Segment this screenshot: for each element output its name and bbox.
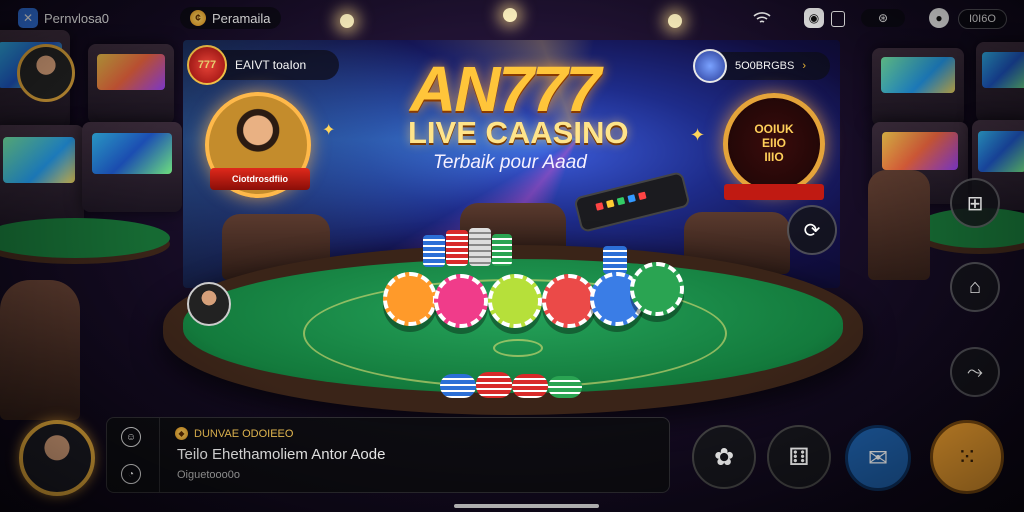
award-medal: OOIUK EIIO IIIO	[723, 93, 825, 200]
medal-ribbon	[724, 184, 824, 200]
gift-button[interactable]: ⊞	[950, 178, 1000, 228]
chip[interactable]	[630, 262, 684, 316]
chat-subtext: Oiguetooo0o	[177, 469, 240, 481]
chip-stack	[548, 376, 582, 398]
settings-button[interactable]: ✿	[692, 425, 756, 489]
chat-bubble-icon[interactable]: ●	[929, 8, 949, 28]
status-bar: ✕ Pernvlosa0 ¢ Peramaila ◉ ⊛ ● I0I6O	[0, 0, 1024, 36]
medal-line: OOIUK	[754, 122, 794, 137]
lobby-button[interactable]: ⌂	[950, 262, 1000, 312]
wallet-pill[interactable]: ¢ Peramaila	[180, 7, 281, 29]
chip[interactable]	[383, 272, 437, 326]
gear-icon: ✿	[713, 443, 735, 471]
coin-icon: ¢	[190, 10, 206, 26]
avatar-frame	[17, 44, 75, 102]
app-title-pill[interactable]: ✕ Pernvlosa0	[14, 7, 113, 29]
player-avatar[interactable]	[19, 420, 95, 496]
chat-bubble-icon[interactable]: ◔	[121, 464, 141, 484]
app-name: Pernvlosa0	[44, 10, 110, 26]
dice-icon: ⚅	[788, 443, 810, 471]
gift-icon: ⊞	[966, 192, 984, 215]
refresh-icon: ⟳	[803, 219, 821, 242]
bonus-seal-icon	[693, 49, 727, 83]
chip-stack	[423, 235, 445, 267]
slot-machine	[976, 42, 1024, 122]
refresh-button[interactable]: ⟳	[787, 205, 837, 255]
share-icon: ⤳	[967, 360, 983, 383]
mail-icon: ✉	[867, 444, 889, 472]
medal-line: IIIO	[764, 149, 784, 164]
badge-seal: 777	[187, 45, 227, 85]
dealer-avatar[interactable]	[187, 282, 231, 326]
wallet-label: Peramaila	[212, 10, 271, 26]
chat-header-text: DUNVAE ODOIEEO	[194, 427, 294, 440]
balance-value: I0I6O	[969, 13, 996, 25]
chair	[0, 280, 80, 420]
chevron-right-icon: ›	[802, 60, 806, 72]
chip[interactable]	[488, 274, 542, 328]
share-button[interactable]: ⤳	[950, 347, 1000, 397]
card-icon	[831, 11, 845, 27]
table-spot	[493, 339, 543, 357]
event-badge-label: EAIVT toaIon	[235, 58, 307, 72]
slot-machine	[872, 48, 964, 126]
chip-stack	[440, 374, 476, 398]
slot-machine	[82, 122, 182, 212]
bonus-badge[interactable]: 5O0BRGBS ›	[693, 49, 830, 83]
chair	[868, 170, 930, 280]
games-button[interactable]: ⚅	[767, 425, 831, 489]
chat-panel[interactable]: ☺ ◔ ◆ DUNVAE ODOIEEO Teilo Ehethamoliem …	[106, 417, 670, 493]
balance-pill[interactable]: I0I6O	[958, 9, 1007, 29]
bonus-badge-label: 5O0BRGBS	[735, 60, 795, 72]
chat-sidebar: ☺ ◔	[107, 418, 160, 492]
medal-line: EIIO	[761, 136, 786, 151]
chip-stack	[469, 228, 491, 266]
mail-button[interactable]: ✉	[845, 425, 911, 491]
chip-stack	[603, 246, 627, 274]
app-logo-icon: ✕	[18, 8, 38, 28]
home-icon: ⌂	[968, 275, 982, 298]
dots-icon: ⁙	[956, 443, 978, 471]
menu-button[interactable]: ⁙	[930, 420, 1004, 494]
shield-icon: ◆	[175, 427, 188, 440]
chat-message: Teilo Ehethamoliem Antor Aode	[177, 446, 386, 463]
chip-stack	[446, 230, 468, 266]
chip[interactable]	[434, 274, 488, 328]
sparkle-icon: ✦	[322, 122, 336, 139]
wifi-icon	[752, 8, 772, 28]
gift-icon: ⊛	[877, 11, 889, 25]
event-badge[interactable]: 777 EAIVT toaIon	[187, 45, 339, 85]
chat-header: ◆ DUNVAE ODOIEEO	[175, 427, 293, 440]
side-table	[0, 218, 170, 258]
chip[interactable]	[542, 274, 596, 328]
banner-subtitle: LIVE CAASINO	[408, 115, 629, 150]
chip-stack	[492, 234, 512, 266]
slot-machine	[88, 44, 174, 124]
portrait-ribbon: Ciotdrosdfiio	[210, 168, 310, 190]
home-indicator[interactable]	[454, 504, 599, 508]
sparkle-icon: ✦	[690, 125, 706, 145]
gift-pill[interactable]: ⊛	[861, 9, 905, 27]
emoji-icon[interactable]: ☺	[121, 427, 141, 447]
slot-machine	[0, 125, 84, 225]
chip-stack	[476, 372, 512, 398]
user-icon[interactable]: ◉	[804, 8, 824, 28]
banner-tagline: Terbaik pour Aaad	[433, 152, 587, 173]
chip-stack	[512, 374, 548, 398]
